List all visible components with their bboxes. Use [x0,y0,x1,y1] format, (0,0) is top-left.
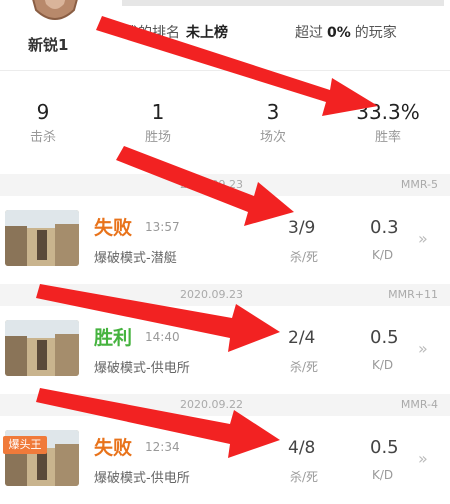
stat-label: 胜率 [374,130,401,145]
stat-label: 胜场 [144,130,171,145]
kd-ratio: 0.5 [370,327,399,348]
stat-win-rate: 33.3% 胜率 [338,100,438,145]
beyond-percent: 超过 0% 的玩家 [295,22,397,42]
chevron-right-icon[interactable]: » [418,339,428,358]
my-rank: 我的排名 未上榜 [124,22,228,42]
match-result: 胜利 [94,327,133,349]
match-date-strip: 2020.09.23 MMR+11 [0,284,450,306]
rank-badge-icon [32,0,78,20]
kills-deaths: 2/4 [288,328,316,348]
kd-ratio-label: K/D [372,358,394,372]
rank-name: 新锐1 [28,36,69,54]
beyond-suffix: 的玩家 [354,25,397,41]
stat-value: 9 [36,100,50,124]
match-mode: 爆破模式-潜艇 [94,251,177,266]
stat-wins: 1 胜场 [108,100,208,145]
my-rank-value: 未上榜 [186,25,228,41]
stat-value: 1 [151,100,165,124]
stat-value: 33.3% [356,100,420,124]
match-row[interactable]: 失败 13:57 爆破模式-潜艇 3/9 杀/死 0.3 K/D » [0,196,450,284]
kd-ratio: 0.3 [370,217,399,238]
kills-deaths-label: 杀/死 [290,470,319,484]
match-time: 13:57 [145,220,180,234]
rank-progress-bar [122,0,444,6]
match-date-strip: 2020.09.22 MMR-4 [0,394,450,416]
match-thumbnail [5,320,79,376]
kills-deaths-label: 杀/死 [290,250,319,264]
chevron-right-icon[interactable]: » [418,449,428,468]
my-rank-label: 我的排名 [124,25,180,41]
stat-label: 场次 [259,130,286,145]
match-date-strip: 2020.09.23 MMR-5 [0,174,450,196]
kd-ratio-label: K/D [372,248,394,262]
match-mode: 爆破模式-供电所 [94,361,190,376]
match-result: 失败 [94,217,133,239]
match-date: 2020.09.23 [180,288,243,301]
headshot-badge: 爆头王 [3,436,47,454]
beyond-prefix: 超过 [295,25,323,41]
match-date: 2020.09.22 [180,398,243,411]
stat-label: 击杀 [29,130,56,145]
match-row[interactable]: 胜利 14:40 爆破模式-供电所 2/4 杀/死 0.5 K/D » [0,306,450,394]
kd-ratio-label: K/D [372,468,394,482]
beyond-value: 0% [327,25,351,41]
chevron-right-icon[interactable]: » [418,229,428,248]
stat-value: 3 [266,100,280,124]
kills-deaths: 4/8 [288,438,316,458]
kills-deaths-label: 杀/死 [290,360,319,374]
match-date: 2020.09.23 [180,178,243,191]
match-time: 14:40 [145,330,180,344]
match-time: 12:34 [145,440,180,454]
match-mode: 爆破模式-供电所 [94,471,190,486]
match-mmr: MMR-4 [400,398,438,411]
match-mmr: MMR+11 [388,288,438,301]
match-mmr: MMR-5 [400,178,438,191]
match-thumbnail [5,210,79,266]
stat-matches: 3 场次 [223,100,323,145]
kills-deaths: 3/9 [288,218,316,238]
match-result: 失败 [94,437,133,459]
match-row[interactable]: 爆头王 失败 12:34 爆破模式-供电所 4/8 杀/死 0.5 K/D » [0,416,450,504]
kd-ratio: 0.5 [370,437,399,458]
divider [0,70,450,71]
stat-kills: 9 击杀 [0,100,93,145]
